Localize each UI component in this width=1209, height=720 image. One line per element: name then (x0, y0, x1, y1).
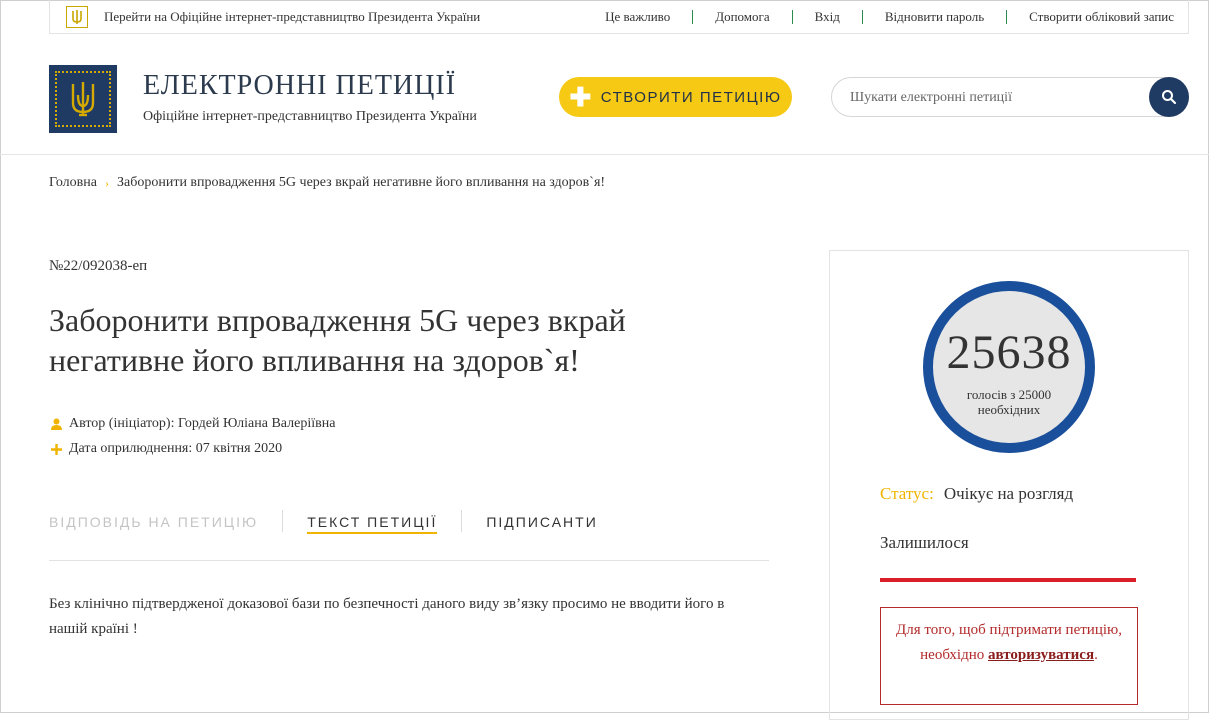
search-button[interactable] (1149, 77, 1189, 117)
breadcrumb-home[interactable]: Головна (49, 175, 97, 191)
tab-signers[interactable]: ПІДПИСАНТИ (486, 510, 597, 530)
authorize-link[interactable]: авторизуватися (988, 647, 1094, 663)
divider (282, 510, 284, 532)
chevron-right-icon: › (104, 175, 109, 190)
login-link[interactable]: Вхід (815, 9, 840, 25)
divider (1006, 9, 1008, 24)
restore-password-link[interactable]: Відновити пароль (885, 9, 984, 25)
top-nav: Це важливо Допомога Вхід Відновити парол… (605, 9, 1188, 25)
create-petition-button[interactable]: ✚ СТВОРИТИ ПЕТИЦІЮ (559, 77, 792, 117)
breadcrumb-current: Заборонити впровадження 5G через вкрай н… (116, 175, 606, 190)
divider (461, 510, 463, 532)
breadcrumb: Головна › Заборонити впровадження 5G чер… (49, 175, 605, 191)
divider (861, 9, 863, 24)
petition-tabs: ВІДПОВІДЬ НА ПЕТИЦІЮ ТЕКСТ ПЕТИЦІЇ ПІДПИ… (49, 510, 769, 561)
petition-author: Автор (ініціатор): Гордей Юліана Валерії… (49, 416, 335, 432)
trident-icon (66, 5, 88, 28)
site-header: ЕЛЕКТРОННІ ПЕТИЦІЇ Офіційне інтернет-пре… (0, 34, 1209, 155)
remaining-label: Залишилося (880, 533, 969, 552)
petition-sidebar: 25638 голосів з 25000 необхідних Статус:… (829, 250, 1189, 720)
votes-label: голосів з 25000 необхідних (966, 387, 1052, 417)
president-site-link-label[interactable]: Перейти на Офіційне інтернет-представниц… (104, 9, 480, 25)
search-input[interactable] (848, 87, 1142, 109)
author-text: Автор (ініціатор): Гордей Юліана Валерії… (69, 416, 336, 431)
top-bar: Перейти на Офіційне інтернет-представниц… (49, 0, 1189, 34)
status-value: Очікує на розгляд (943, 484, 1074, 503)
tab-petition-text[interactable]: ТЕКСТ ПЕТИЦІЇ (307, 510, 438, 534)
votes-count: 25638 (946, 326, 1072, 379)
status-label: Статус: (880, 484, 934, 503)
divider (791, 9, 793, 24)
petition-number: №22/092038-еп (49, 258, 148, 274)
petition-title: Заборонити впровадження 5G через вкрай н… (49, 302, 626, 378)
tab-answer[interactable]: ВІДПОВІДЬ НА ПЕТИЦІЮ (49, 510, 258, 530)
important-link[interactable]: Це важливо (605, 9, 670, 25)
president-site-link[interactable]: Перейти на Офіційне інтернет-представниц… (50, 5, 605, 28)
plus-icon (49, 443, 63, 455)
petition-body-text: Без клінічно підтвердженої доказової баз… (49, 596, 725, 637)
user-icon (49, 418, 63, 430)
search-icon (1162, 90, 1177, 105)
divider (692, 9, 694, 24)
auth-notice-period: . (1094, 647, 1098, 663)
search-box (831, 77, 1189, 117)
date-text: Дата оприлюднення: 07 квітня 2020 (69, 441, 283, 456)
petition-status: Статус: Очікує на розгляд (880, 484, 1073, 504)
site-logo[interactable] (49, 65, 117, 133)
votes-counter: 25638 голосів з 25000 необхідних (923, 281, 1095, 453)
trident-emblem-icon (55, 71, 111, 127)
petition-date: Дата оприлюднення: 07 квітня 2020 (49, 441, 282, 457)
site-title[interactable]: ЕЛЕКТРОННІ ПЕТИЦІЇ (143, 70, 456, 102)
create-petition-label: СТВОРИТИ ПЕТИЦІЮ (600, 88, 782, 106)
site-subtitle: Офіційне інтернет-представництво Президе… (143, 109, 477, 124)
plus-icon: ✚ (569, 82, 593, 112)
help-link[interactable]: Допомога (715, 9, 769, 25)
create-account-link[interactable]: Створити обліковий запис (1029, 9, 1174, 25)
remaining-bar (880, 578, 1136, 582)
auth-notice: Для того, щоб підтримати петицію, необхі… (880, 607, 1138, 705)
